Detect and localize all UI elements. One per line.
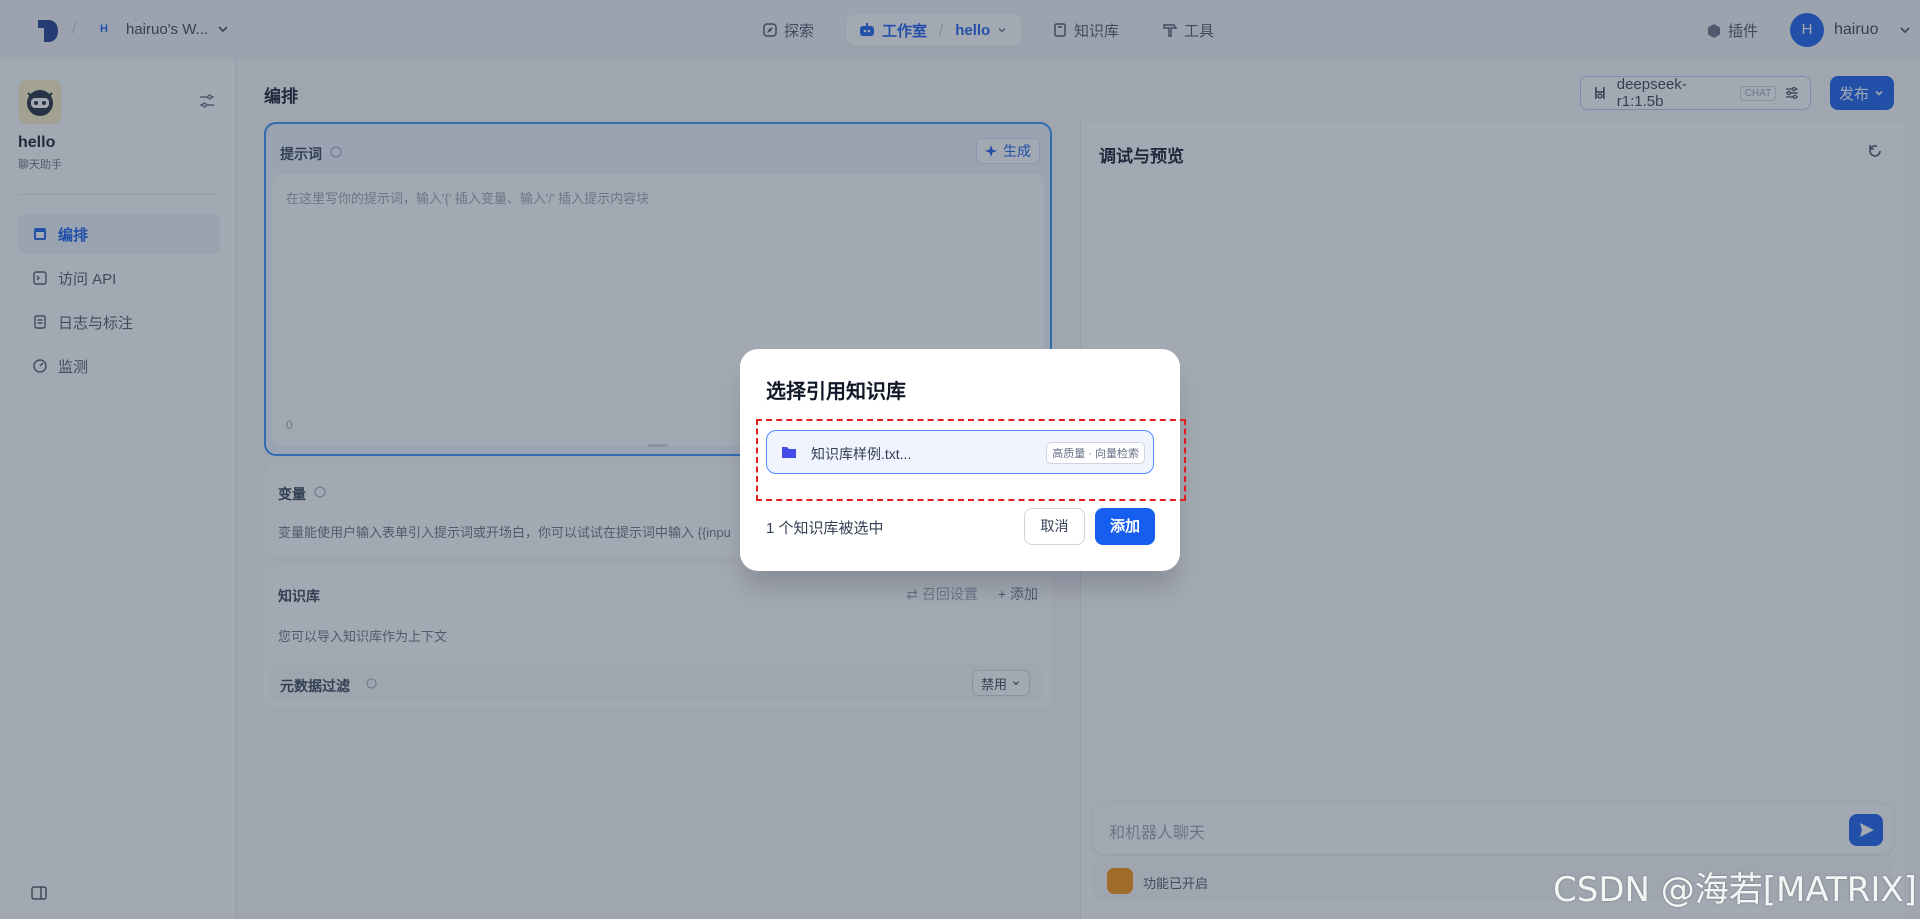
selected-count: 1 个知识库被选中 bbox=[766, 520, 884, 537]
modal-title: 选择引用知识库 bbox=[766, 381, 906, 403]
add-button[interactable]: 添加 bbox=[1095, 508, 1155, 545]
annotation-highlight-box bbox=[756, 419, 1186, 501]
cancel-button[interactable]: 取消 bbox=[1024, 508, 1085, 545]
watermark: CSDN @海若[MATRIX] bbox=[1553, 870, 1917, 910]
